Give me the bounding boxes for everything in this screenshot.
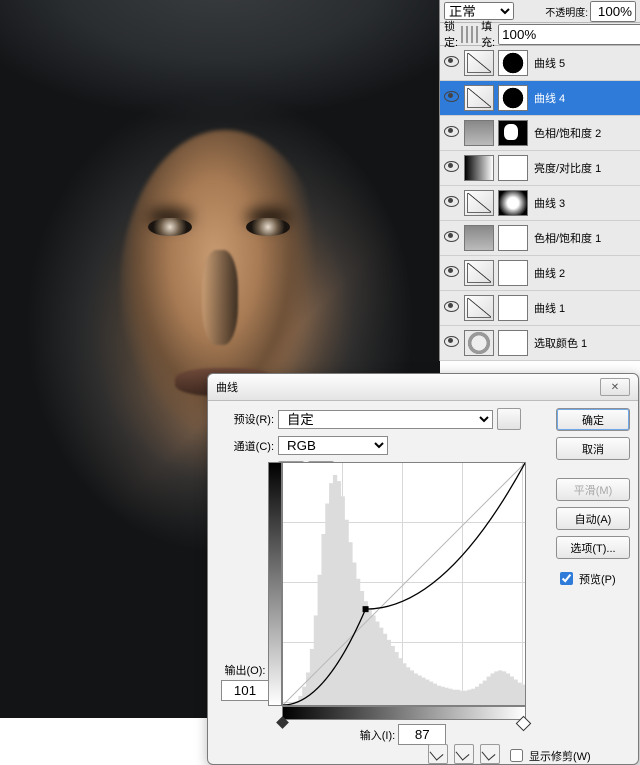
output-input[interactable]: [221, 680, 269, 701]
eye-icon: [444, 196, 459, 207]
layer-row[interactable]: 亮度/对比度 1: [440, 151, 640, 186]
layer-name: 曲线 4: [534, 90, 565, 106]
curves-dialog: 曲线 ✕ 预设(R): 自定 通道(C): RGB: [207, 373, 639, 765]
curve-line[interactable]: [283, 463, 525, 705]
preset-label: 预设(R):: [218, 411, 274, 427]
mask-thumb[interactable]: [498, 85, 528, 111]
visibility-toggle[interactable]: [440, 301, 462, 315]
smooth-button[interactable]: 平滑(M): [556, 478, 630, 501]
mask-thumb[interactable]: [498, 260, 528, 286]
lock-all-icon[interactable]: [476, 26, 478, 43]
mask-thumb[interactable]: [498, 295, 528, 321]
visibility-toggle[interactable]: [440, 231, 462, 245]
preset-menu-button[interactable]: [497, 408, 521, 430]
white-eyedropper-icon[interactable]: [480, 744, 500, 764]
layer-name: 色相/饱和度 2: [534, 125, 601, 141]
adjustment-thumb[interactable]: [464, 50, 494, 76]
preset-select[interactable]: 自定: [278, 410, 493, 429]
adjustment-thumb[interactable]: [464, 260, 494, 286]
show-clipping-label: 显示修剪(W): [529, 748, 591, 764]
input-gradient: [282, 706, 526, 720]
visibility-toggle[interactable]: [440, 56, 462, 70]
visibility-toggle[interactable]: [440, 266, 462, 280]
mask-thumb[interactable]: [498, 225, 528, 251]
layer-name: 色相/饱和度 1: [534, 230, 601, 246]
lock-transparency-icon[interactable]: [461, 26, 463, 43]
show-clipping-checkbox[interactable]: [510, 749, 523, 762]
mask-thumb[interactable]: [498, 330, 528, 356]
mask-thumb[interactable]: [498, 155, 528, 181]
layer-row[interactable]: 曲线 2: [440, 256, 640, 291]
adjustment-thumb[interactable]: [464, 190, 494, 216]
dialog-title: 曲线: [216, 379, 238, 395]
preview-label: 预览(P): [579, 571, 616, 587]
adjustment-thumb[interactable]: [464, 120, 494, 146]
mask-thumb[interactable]: [498, 50, 528, 76]
artwork-nose: [202, 250, 238, 345]
options-button[interactable]: 选项(T)...: [556, 536, 630, 559]
lock-pixels-icon[interactable]: [466, 26, 468, 43]
artwork-eye-left: [148, 218, 192, 236]
layer-name: 曲线 3: [534, 195, 565, 211]
mask-thumb[interactable]: [498, 190, 528, 216]
dialog-titlebar[interactable]: 曲线 ✕: [208, 374, 638, 401]
layer-row[interactable]: 曲线 4: [440, 81, 640, 116]
adjustment-thumb[interactable]: [464, 85, 494, 111]
layer-row[interactable]: 曲线 5: [440, 46, 640, 81]
lock-position-icon[interactable]: [471, 26, 473, 43]
adjustment-thumb[interactable]: [464, 295, 494, 321]
layer-name: 亮度/对比度 1: [534, 160, 601, 176]
layer-name: 选取颜色 1: [534, 335, 587, 351]
preview-checkbox[interactable]: [560, 572, 573, 585]
visibility-toggle[interactable]: [440, 196, 462, 210]
layer-row[interactable]: 曲线 1: [440, 291, 640, 326]
input-label: 输入(I):: [360, 730, 395, 742]
visibility-toggle[interactable]: [440, 336, 462, 350]
output-label: 输出(O):: [216, 662, 274, 678]
adjustment-thumb[interactable]: [464, 225, 494, 251]
eye-icon: [444, 231, 459, 242]
eye-icon: [444, 91, 459, 102]
eye-icon: [444, 301, 459, 312]
fill-input[interactable]: [498, 24, 640, 45]
channel-label: 通道(C):: [218, 438, 274, 454]
fill-label: 填充:: [481, 18, 495, 50]
visibility-toggle[interactable]: [440, 126, 462, 140]
adjustment-thumb[interactable]: [464, 155, 494, 181]
adjustment-thumb[interactable]: [464, 330, 494, 356]
black-eyedropper-icon[interactable]: [428, 744, 448, 764]
layer-row[interactable]: 色相/饱和度 1: [440, 221, 640, 256]
opacity-label: 不透明度:: [545, 4, 588, 19]
gray-eyedropper-icon[interactable]: [454, 744, 474, 764]
layer-row[interactable]: 色相/饱和度 2: [440, 116, 640, 151]
mask-thumb[interactable]: [498, 120, 528, 146]
channel-select[interactable]: RGB: [278, 436, 388, 455]
eye-icon: [444, 126, 459, 137]
layer-row[interactable]: 选取颜色 1: [440, 326, 640, 361]
eye-icon: [444, 161, 459, 172]
input-input[interactable]: [398, 724, 446, 745]
lock-label: 锁定:: [444, 18, 458, 50]
layer-name: 曲线 2: [534, 265, 565, 281]
close-icon[interactable]: ✕: [600, 378, 630, 396]
visibility-toggle[interactable]: [440, 91, 462, 105]
layer-name: 曲线 1: [534, 300, 565, 316]
visibility-toggle[interactable]: [440, 161, 462, 175]
eye-icon: [444, 56, 459, 67]
layers-panel: 正常 不透明度: 锁定: 填充: 曲线 5 曲线 4 色相/饱和度 2 亮度/对…: [439, 0, 640, 361]
curves-graph[interactable]: [282, 462, 526, 706]
artwork-eye-right: [246, 218, 290, 236]
layer-row[interactable]: 曲线 3: [440, 186, 640, 221]
opacity-input[interactable]: [590, 1, 636, 22]
auto-button[interactable]: 自动(A): [556, 507, 630, 530]
layer-name: 曲线 5: [534, 55, 565, 71]
cancel-button[interactable]: 取消: [556, 437, 630, 460]
eye-icon: [444, 336, 459, 347]
eye-icon: [444, 266, 459, 277]
ok-button[interactable]: 确定: [556, 408, 630, 431]
